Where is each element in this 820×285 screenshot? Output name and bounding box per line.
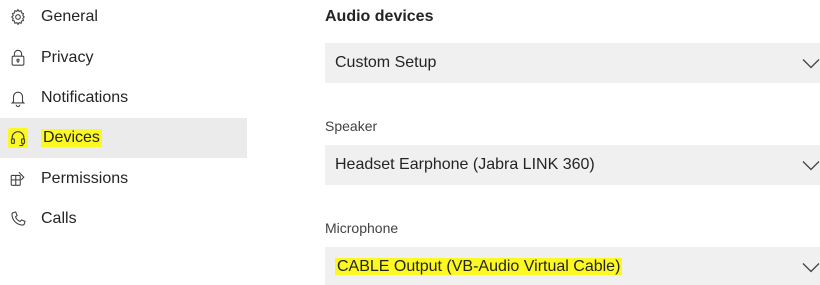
chevron-down-icon [802,161,820,171]
lock-icon [8,48,28,68]
sidebar-item-devices[interactable]: Devices [0,118,247,158]
sidebar-item-label: General [41,8,98,25]
bell-icon [8,88,28,108]
sidebar-item-label: Notifications [41,89,129,106]
sidebar-item-label: Calls [41,210,77,227]
chevron-down-icon [802,263,820,273]
sidebar-item-permissions[interactable]: Permissions [0,159,247,199]
settings-sidebar: General Privacy Notifications Devices Pe… [0,0,247,285]
sidebar-item-label: Devices [41,129,102,147]
speaker-value: Headset Earphone (Jabra LINK 360) [335,156,595,173]
sidebar-item-notifications[interactable]: Notifications [0,78,247,118]
settings-window: General Privacy Notifications Devices Pe… [0,0,820,285]
sidebar-item-label: Permissions [41,170,129,187]
sidebar-item-calls[interactable]: Calls [0,199,247,239]
microphone-value: CABLE Output (VB-Audio Virtual Cable) [335,258,623,275]
microphone-label: Microphone [325,220,399,236]
audio-setup-dropdown[interactable]: Custom Setup [325,43,820,83]
audio-setup-value: Custom Setup [335,54,437,71]
gear-icon [8,7,28,27]
section-title: Audio devices [325,8,434,25]
sidebar-item-privacy[interactable]: Privacy [0,38,247,78]
microphone-dropdown[interactable]: CABLE Output (VB-Audio Virtual Cable) [325,247,820,285]
phone-icon [8,209,28,229]
microphone-value-wrap: CABLE Output (VB-Audio Virtual Cable) [335,258,820,276]
headset-icon [8,128,28,148]
speaker-label: Speaker [325,118,378,134]
permissions-icon [8,169,28,189]
speaker-dropdown[interactable]: Headset Earphone (Jabra LINK 360) [325,145,820,185]
sidebar-item-general[interactable]: General [0,0,247,37]
chevron-down-icon [802,59,820,69]
audio-devices-panel: Audio devices Custom Setup Speaker Heads… [325,0,820,285]
sidebar-item-label: Privacy [41,49,94,66]
